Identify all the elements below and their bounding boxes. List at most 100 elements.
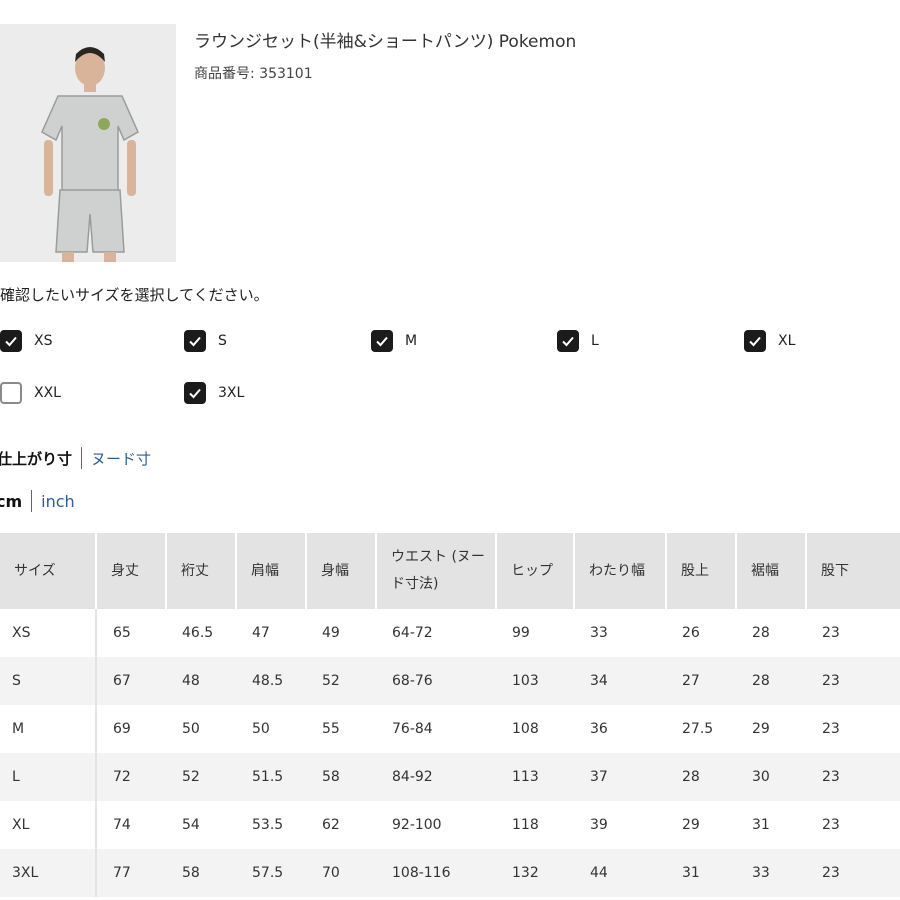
- table-cell: 70: [306, 849, 376, 897]
- checkbox-checked-icon[interactable]: [744, 330, 766, 352]
- table-cell: 64-72: [392, 625, 433, 641]
- table-cell: 113: [496, 753, 574, 801]
- product-title: ラウンジセット(半袖&ショートパンツ) Pokemon: [194, 32, 577, 52]
- table-header-row: サイズ 身丈 裄丈 肩幅 身幅 ウエスト (ヌード寸法) ヒップ わたり幅 股上…: [0, 533, 900, 609]
- table-cell: 92-100: [392, 817, 442, 833]
- checkbox-checked-icon[interactable]: [371, 330, 393, 352]
- size-option-label: L: [591, 333, 599, 349]
- table-cell: S: [0, 657, 97, 705]
- size-option-label: 3XL: [218, 385, 245, 401]
- table-cell: 44: [574, 849, 666, 897]
- checkbox-checked-icon[interactable]: [557, 330, 579, 352]
- table-cell: 36: [590, 721, 608, 737]
- table-cell: 23: [822, 625, 840, 641]
- table-cell: 58: [306, 753, 376, 801]
- table-cell: 23: [806, 753, 900, 801]
- table-cell: 62: [322, 817, 340, 833]
- table-cell: 58: [166, 849, 236, 897]
- table-cell: 69: [113, 721, 131, 737]
- table-cell: 103: [496, 657, 574, 705]
- table-cell: 108-116: [376, 849, 496, 897]
- unit-cm[interactable]: cm: [0, 492, 22, 511]
- size-chart-table: サイズ 身丈 裄丈 肩幅 身幅 ウエスト (ヌード寸法) ヒップ わたり幅 股上…: [0, 533, 900, 897]
- table-cell: 72: [96, 753, 166, 801]
- measure-type-toggle: 仕上がり寸 ヌード寸: [0, 447, 151, 469]
- table-cell: 33: [590, 625, 608, 641]
- table-cell: XS: [0, 609, 97, 657]
- column-header: サイズ: [0, 533, 97, 609]
- table-cell: 53.5: [252, 817, 284, 833]
- table-cell: 65: [113, 625, 131, 641]
- size-option-label: S: [218, 333, 227, 349]
- size-option-xxl[interactable]: XXL: [0, 381, 61, 405]
- table-row: S 67 48 48.5 52 68-76 103 34 27 28 23: [0, 657, 900, 705]
- size-option-xl[interactable]: XL: [744, 329, 795, 353]
- checkbox-unchecked-icon[interactable]: [0, 382, 22, 404]
- table-cell: 23: [806, 657, 900, 705]
- table-cell: 27: [666, 657, 736, 705]
- table-cell: 46.5: [182, 625, 214, 641]
- table-cell: 31: [752, 817, 770, 833]
- size-option-s[interactable]: S: [184, 329, 227, 353]
- table-cell: 48.5: [236, 657, 306, 705]
- table-cell: 49: [322, 625, 340, 641]
- table-cell: 28: [752, 625, 770, 641]
- table-cell: 29: [682, 817, 700, 833]
- unit-toggle: cm inch: [0, 490, 75, 512]
- table-cell: 55: [322, 721, 340, 737]
- column-header: 肩幅: [236, 533, 307, 609]
- product-code: 商品番号: 353101: [194, 66, 313, 82]
- table-cell: 23: [806, 849, 900, 897]
- table-cell: 118: [512, 817, 539, 833]
- size-option-label: XXL: [34, 385, 61, 401]
- table-cell: 33: [736, 849, 806, 897]
- table-cell: 31: [666, 849, 736, 897]
- table-cell: 99: [512, 625, 530, 641]
- table-cell: 108: [512, 721, 539, 737]
- table-cell: 37: [574, 753, 666, 801]
- table-cell: 68-76: [376, 657, 496, 705]
- size-option-l[interactable]: L: [557, 329, 599, 353]
- size-option-xs[interactable]: XS: [0, 329, 52, 353]
- size-select-prompt: 確認したいサイズを選択してください。: [0, 286, 269, 304]
- table-cell: 67: [96, 657, 166, 705]
- table-cell: M: [0, 705, 97, 753]
- table-row: 3XL 77 58 57.5 70 108-116 132 44 31 33 2…: [0, 849, 900, 897]
- table-cell: 77: [96, 849, 166, 897]
- checkbox-checked-icon[interactable]: [184, 382, 206, 404]
- table-cell: 50: [252, 721, 270, 737]
- table-cell: 29: [752, 721, 770, 737]
- table-cell: 132: [496, 849, 574, 897]
- column-header: わたり幅: [574, 533, 667, 609]
- size-option-m[interactable]: M: [371, 329, 417, 353]
- divider: [81, 447, 83, 469]
- table-cell: 23: [822, 817, 840, 833]
- table-cell: 52: [306, 657, 376, 705]
- size-option-label: M: [405, 333, 418, 349]
- column-header: ウエスト (ヌード寸法): [376, 533, 497, 609]
- size-option-3xl[interactable]: 3XL: [184, 381, 244, 405]
- table-cell: 51.5: [236, 753, 306, 801]
- table-cell: 34: [574, 657, 666, 705]
- column-header: 身幅: [306, 533, 377, 609]
- column-header: 股上: [666, 533, 737, 609]
- size-option-label: XS: [34, 333, 53, 349]
- table-row: L 72 52 51.5 58 84-92 113 37 28 30 23: [0, 753, 900, 801]
- table-cell: 39: [590, 817, 608, 833]
- tab-body-size[interactable]: ヌード寸: [91, 448, 151, 469]
- checkbox-checked-icon[interactable]: [184, 330, 206, 352]
- unit-inch[interactable]: inch: [41, 492, 75, 511]
- column-header: 股下: [806, 533, 900, 609]
- table-cell: 50: [182, 721, 200, 737]
- tab-finished-size[interactable]: 仕上がり寸: [0, 448, 72, 469]
- column-header: 裄丈: [166, 533, 237, 609]
- product-photo: [0, 24, 176, 262]
- table-cell: 54: [182, 817, 200, 833]
- checkbox-checked-icon[interactable]: [0, 330, 22, 352]
- column-header: ヒップ: [496, 533, 575, 609]
- table-row: XS 65 46.5 47 49 64-72 99 33 26 28 23: [0, 609, 900, 657]
- table-cell: 23: [822, 721, 840, 737]
- table-cell: 3XL: [0, 849, 97, 897]
- column-header: 裾幅: [736, 533, 807, 609]
- table-cell: 76-84: [392, 721, 433, 737]
